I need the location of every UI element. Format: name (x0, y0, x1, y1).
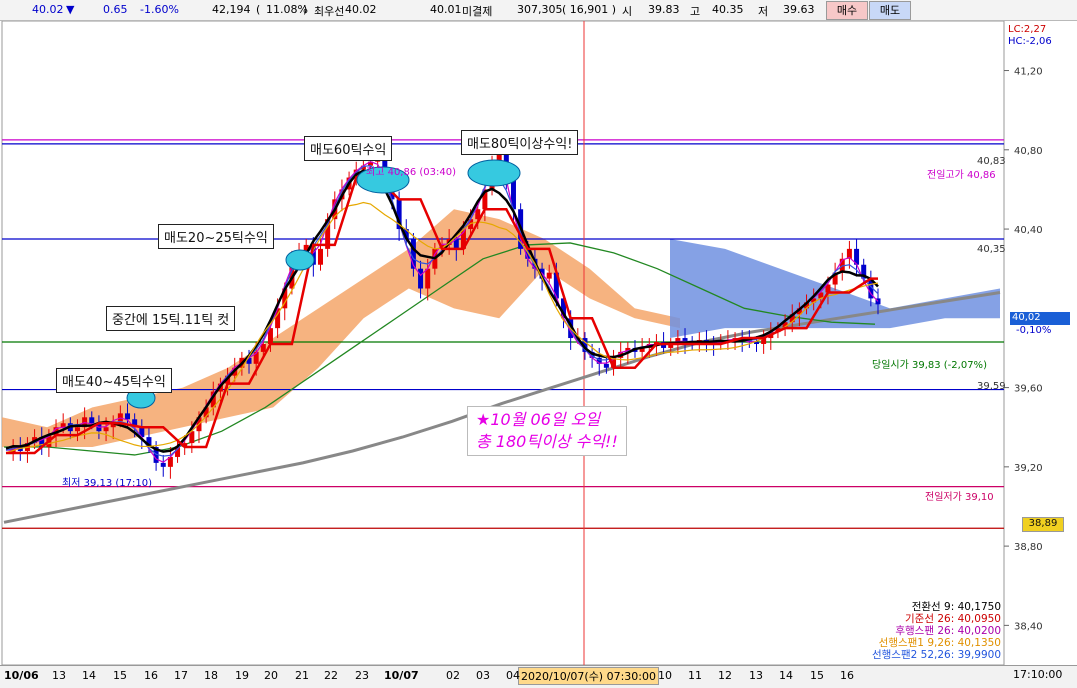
lc-label: LC:2,27 (1008, 24, 1047, 35)
candle-body (425, 268, 431, 289)
price-change: 0.65 (103, 3, 128, 16)
level-39-59-label: 39,59 (977, 381, 1006, 392)
max-price-label: 최고 40,86 (03:40) (366, 167, 457, 178)
time-axis: 2020/10/07(수) 07:30:00 17:10:00 10/06 13 1… (0, 665, 1077, 688)
price-38-89-tag: 38,89 (1022, 517, 1064, 532)
price-change-pct: -1.60% (140, 3, 179, 16)
candle-body (89, 417, 95, 424)
today-open-note: 당일시가 39,83 (-2,07%) (872, 360, 987, 371)
candle-body (546, 272, 552, 279)
x-tick-label: 12 (718, 669, 732, 682)
x-tick-label: 10/07 (384, 669, 419, 682)
x-tick-label: 16 (144, 669, 158, 682)
x-tick-label: 17 (174, 669, 188, 682)
x-tick-label: 14 (779, 669, 793, 682)
candle-body (103, 427, 109, 432)
x-tick-label: 21 (295, 669, 309, 682)
low-label: 저 (758, 5, 769, 18)
highlight-oval (285, 249, 315, 271)
best-label: 최우선 (314, 5, 345, 18)
prev-high-note: 전일고가 40,86 (927, 170, 996, 181)
x-tick-label: 03 (476, 669, 490, 682)
x-tick-label: 15 (113, 669, 127, 682)
x-tick-label: 23 (355, 669, 369, 682)
x-tick-label: 22 (324, 669, 338, 682)
y-tick-label: 39,20 (1014, 463, 1043, 474)
y-tick-label: 38,80 (1014, 542, 1043, 553)
sell-button[interactable]: 매도 (869, 1, 911, 20)
highlight-oval (467, 159, 521, 187)
legend-leading2: 선행스팬2 52,26: 39,9900 (871, 649, 1001, 661)
annotation-sell-20-25: 매도20~25틱수익 (158, 224, 274, 249)
buy-button[interactable]: 매수 (826, 1, 868, 20)
candle-body (603, 363, 609, 368)
candle-body (418, 268, 424, 289)
open-interest: 307,305 (517, 3, 563, 16)
clock-label: 17:10:00 (1013, 668, 1063, 681)
low-price: 39.63 (783, 3, 815, 16)
y-tick-label: 39,60 (1014, 384, 1043, 395)
level-40-83-label: 40,83 (977, 156, 1006, 167)
x-tick-label: 14 (82, 669, 96, 682)
x-tick-label: 11 (688, 669, 702, 682)
profit-line-2: 총 180틱이상 수익!! (476, 432, 618, 451)
plot-area (1, 21, 1005, 665)
annotation-sell-80: 매도80틱이상수익! (461, 130, 579, 155)
min-price-label: 최저 39,13 (17:10) (62, 478, 153, 489)
open-interest-change: ( 16,901 ) (562, 3, 617, 16)
x-tick-label: 20 (264, 669, 278, 682)
x-tick-label: 10 (658, 669, 672, 682)
hc-label: HC:-2,06 (1008, 36, 1052, 47)
x-tick-label: 13 (52, 669, 66, 682)
y-tick-label: 41,20 (1014, 67, 1043, 78)
x-tick-label: 15 (810, 669, 824, 682)
annotation-sell-40-45: 매도40~45틱수익 (56, 368, 172, 393)
time-cursor-label: 2020/10/07(수) 07:30:00 (518, 667, 660, 685)
current-price-tag: 40,02 (1010, 312, 1070, 325)
high-price: 40.35 (712, 3, 744, 16)
candle-body (125, 413, 131, 420)
candle-body (74, 427, 80, 432)
volume-pct: 11.08% (266, 3, 308, 16)
x-tick-label: 13 (749, 669, 763, 682)
best-ask: 40.02 (345, 3, 377, 16)
best-bid: 40.01 (430, 3, 462, 16)
y-tick-label: 40,40 (1014, 225, 1043, 236)
down-arrow-icon: ▼ (66, 3, 75, 16)
candle-body (160, 462, 166, 467)
last-price: 40.02 (32, 3, 64, 16)
quote-bar: 40.02 ▼ 0.65 -1.60% 42,194 ( 11.08% ) 최우… (0, 0, 1077, 21)
annotation-cut: 중간에 15틱.11틱 컷 (106, 306, 236, 331)
candle-body (317, 248, 323, 265)
profit-line-1: ★10월 06일 오일 (476, 410, 601, 429)
y-tick-label: 40,80 (1014, 146, 1043, 157)
vol-paren-open: ( (256, 3, 261, 16)
open-label: 시 (622, 5, 633, 18)
annotation-sell-60: 매도60틱수익 (304, 136, 393, 161)
open-price: 39.83 (648, 3, 680, 16)
volume: 42,194 (212, 3, 251, 16)
price-chart[interactable]: 41,20 40,80 40,40 39,60 39,20 38,80 38,40 (0, 21, 1077, 665)
x-tick-label: 19 (235, 669, 249, 682)
x-tick-label: 02 (446, 669, 460, 682)
open-interest-label: 미결제 (462, 5, 493, 18)
x-tick-label: 18 (204, 669, 218, 682)
x-tick-label: 10/06 (4, 669, 39, 682)
level-40-35-label: 40,35 (977, 244, 1006, 255)
candle-body (117, 413, 123, 422)
x-tick-label: 04 (506, 669, 520, 682)
current-pct-tag: -0,10% (1016, 325, 1052, 336)
x-tick-label: 16 (840, 669, 854, 682)
vol-paren-close: ) (303, 3, 308, 16)
prev-low-note: 전일저가 39,10 (925, 492, 994, 503)
high-label: 고 (690, 5, 701, 18)
y-tick-label: 38,40 (1014, 621, 1043, 632)
profit-highlight: ★10월 06일 오일총 180틱이상 수익!! (467, 406, 627, 456)
